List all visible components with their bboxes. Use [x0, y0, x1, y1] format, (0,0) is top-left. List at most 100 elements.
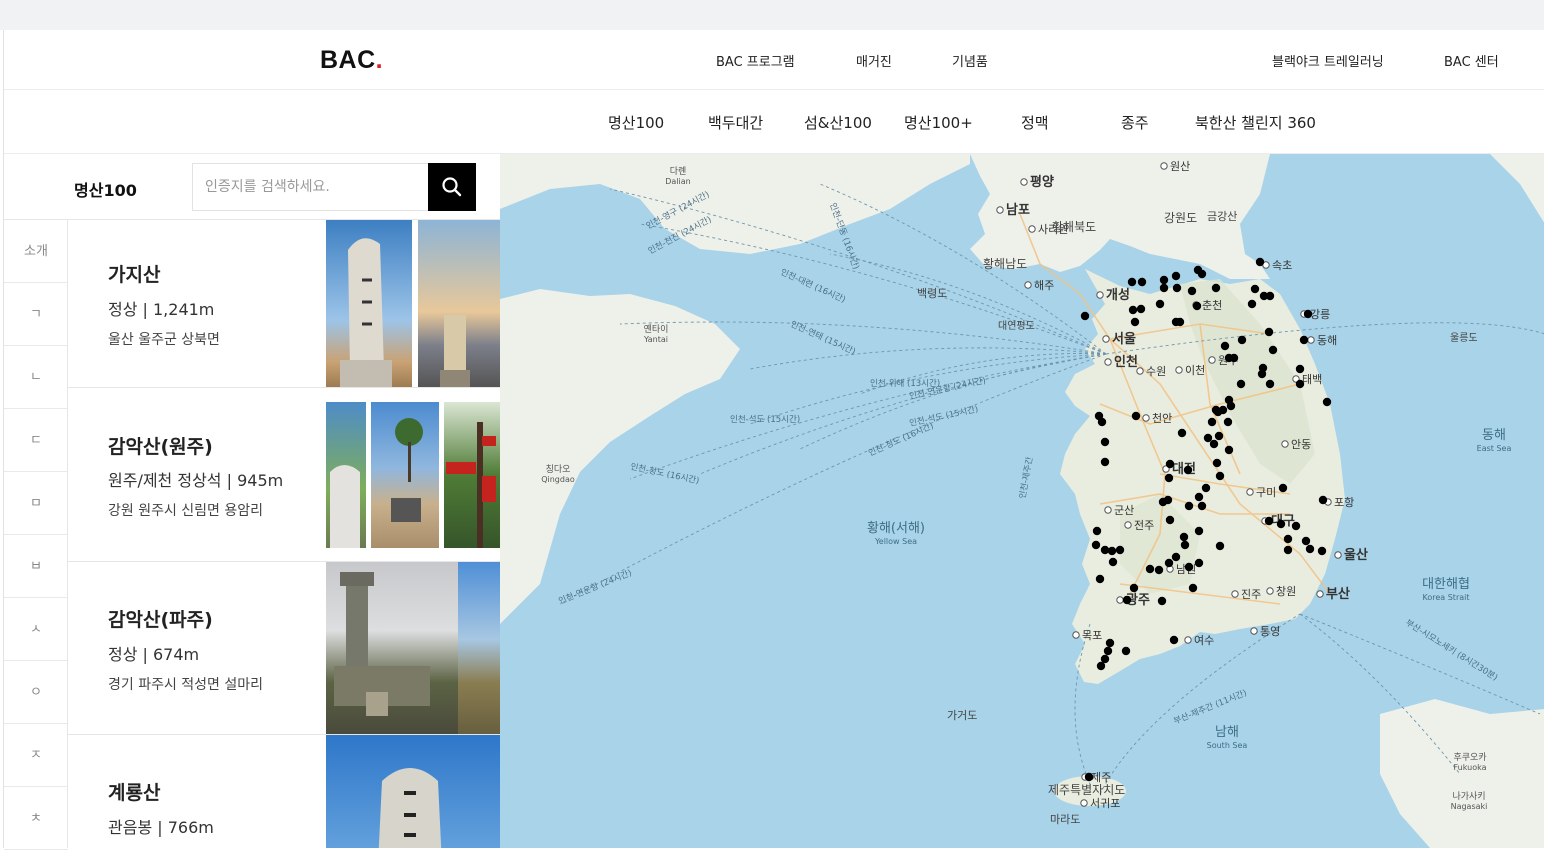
- mountain-marker[interactable]: [1084, 772, 1094, 782]
- mountain-photo[interactable]: [371, 402, 439, 548]
- tab-100-mountains[interactable]: 명산100: [608, 112, 664, 133]
- mountain-marker[interactable]: [1258, 363, 1268, 373]
- index-ieung[interactable]: ㅇ: [4, 661, 68, 724]
- mountain-marker[interactable]: [1171, 552, 1181, 562]
- mountain-marker[interactable]: [1215, 541, 1225, 551]
- mountain-marker[interactable]: [1212, 458, 1222, 468]
- mountain-marker[interactable]: [1255, 257, 1265, 267]
- mountain-marker[interactable]: [1211, 283, 1221, 293]
- bac-logo[interactable]: BAC.: [320, 46, 383, 75]
- mountain-marker[interactable]: [1197, 501, 1207, 511]
- mountain-marker[interactable]: [1091, 540, 1101, 550]
- mountain-marker[interactable]: [1092, 526, 1102, 536]
- mountain-marker[interactable]: [1169, 635, 1179, 645]
- mountain-marker[interactable]: [1179, 532, 1189, 542]
- mountain-marker[interactable]: [1322, 397, 1332, 407]
- tab-bukhansan-360[interactable]: 북한산 챌린지 360: [1195, 112, 1316, 133]
- tab-baekdudaegan[interactable]: 백두대간: [708, 112, 763, 133]
- search-input[interactable]: [192, 163, 428, 211]
- mountain-marker[interactable]: [1164, 473, 1174, 483]
- nav-trail-running[interactable]: 블랙야크 트레일러닝: [1272, 51, 1384, 70]
- mountain-marker[interactable]: [1197, 269, 1207, 279]
- nav-bac-program[interactable]: BAC 프로그램: [716, 51, 795, 70]
- mountain-marker[interactable]: [1209, 439, 1219, 449]
- mountain-marker[interactable]: [1291, 521, 1301, 531]
- mountain-marker[interactable]: [1201, 483, 1211, 493]
- mountain-marker[interactable]: [1165, 459, 1175, 469]
- index-giyeok[interactable]: ㄱ: [4, 283, 68, 346]
- mountain-marker[interactable]: [1264, 327, 1274, 337]
- mountain-marker[interactable]: [1295, 364, 1305, 374]
- mountain-marker[interactable]: [1159, 283, 1169, 293]
- nav-souvenir[interactable]: 기념품: [952, 51, 988, 70]
- index-jieut[interactable]: ㅈ: [4, 724, 68, 787]
- mountain-marker[interactable]: [1278, 483, 1288, 493]
- mountain-marker[interactable]: [1172, 283, 1182, 293]
- mountain-marker[interactable]: [1318, 495, 1328, 505]
- mountain-marker[interactable]: [1100, 437, 1110, 447]
- nav-magazine[interactable]: 매거진: [856, 51, 892, 70]
- index-nieun[interactable]: ㄴ: [4, 346, 68, 409]
- mountain-marker[interactable]: [1224, 445, 1234, 455]
- mountain-photo[interactable]: [326, 402, 366, 548]
- mountain-marker[interactable]: [1215, 471, 1225, 481]
- mountain-photo[interactable]: [418, 220, 500, 387]
- mountain-marker[interactable]: [1268, 345, 1278, 355]
- mountain-marker[interactable]: [1305, 544, 1315, 554]
- mountain-marker[interactable]: [1136, 304, 1146, 314]
- mountain-marker[interactable]: [1164, 558, 1174, 568]
- mountain-marker[interactable]: [1128, 305, 1138, 315]
- mountain-marker[interactable]: [1096, 661, 1106, 671]
- mountain-marker[interactable]: [1121, 646, 1131, 656]
- index-digeut[interactable]: ㄷ: [4, 409, 68, 472]
- mountain-marker[interactable]: [1283, 545, 1293, 555]
- mountain-marker[interactable]: [1229, 353, 1239, 363]
- mountain-marker[interactable]: [1159, 275, 1169, 285]
- mountain-marker[interactable]: [1175, 317, 1185, 327]
- mountain-marker[interactable]: [1264, 516, 1274, 526]
- mountain-marker[interactable]: [1095, 574, 1105, 584]
- mountain-marker[interactable]: [1115, 545, 1125, 555]
- mountain-marker[interactable]: [1080, 311, 1090, 321]
- mountain-marker[interactable]: [1203, 433, 1213, 443]
- mountain-marker[interactable]: [1194, 558, 1204, 568]
- mountain-marker[interactable]: [1129, 583, 1139, 593]
- mountain-photo[interactable]: [326, 735, 500, 848]
- mountain-marker[interactable]: [1100, 457, 1110, 467]
- mountain-marker[interactable]: [1237, 335, 1247, 345]
- mountain-photo[interactable]: [444, 402, 500, 548]
- mountain-card[interactable]: 감악산(파주) 정상 | 674m 경기 파주시 적성면 설마리: [68, 562, 500, 735]
- mountain-marker[interactable]: [1183, 465, 1193, 475]
- mountain-marker[interactable]: [1299, 335, 1309, 345]
- tab-100-mountains-plus[interactable]: 명산100+: [904, 112, 973, 133]
- mountain-marker[interactable]: [1303, 309, 1313, 319]
- mountain-photo[interactable]: [458, 562, 500, 734]
- mountain-marker[interactable]: [1265, 291, 1275, 301]
- mountain-marker[interactable]: [1301, 536, 1311, 546]
- mountain-marker[interactable]: [1276, 519, 1286, 529]
- mountain-marker[interactable]: [1211, 405, 1221, 415]
- index-siot[interactable]: ㅅ: [4, 598, 68, 661]
- mountain-marker[interactable]: [1131, 411, 1141, 421]
- mountain-marker[interactable]: [1220, 341, 1230, 351]
- mountain-marker[interactable]: [1188, 583, 1198, 593]
- mountain-card[interactable]: 가지산 정상 | 1,241m 울산 울주군 상북면: [68, 220, 500, 388]
- mountain-marker[interactable]: [1122, 595, 1132, 605]
- tab-jeongmaek[interactable]: 정맥: [1021, 112, 1049, 133]
- mountain-marker[interactable]: [1207, 417, 1217, 427]
- mountain-marker[interactable]: [1283, 534, 1293, 544]
- mountain-card[interactable]: 감악산(원주) 원주/제천 정상석 | 945m 강원 원주시 신림면 용암리: [68, 388, 500, 562]
- mountain-marker[interactable]: [1184, 501, 1194, 511]
- mountain-marker[interactable]: [1130, 317, 1140, 327]
- mountain-marker[interactable]: [1158, 497, 1168, 507]
- mountain-marker[interactable]: [1214, 431, 1224, 441]
- index-chieut[interactable]: ㅊ: [4, 787, 68, 850]
- mountain-marker[interactable]: [1192, 301, 1202, 311]
- mountain-marker[interactable]: [1184, 562, 1194, 572]
- search-button[interactable]: [428, 163, 476, 211]
- mountain-marker[interactable]: [1236, 379, 1246, 389]
- mountain-marker[interactable]: [1180, 540, 1190, 550]
- mountain-marker[interactable]: [1145, 564, 1155, 574]
- map-canvas[interactable]: 인천-영구 (24시간)인천-천진 (24시간) 인천-단동 (16시간)인천-대…: [500, 154, 1544, 848]
- index-bieup[interactable]: ㅂ: [4, 535, 68, 598]
